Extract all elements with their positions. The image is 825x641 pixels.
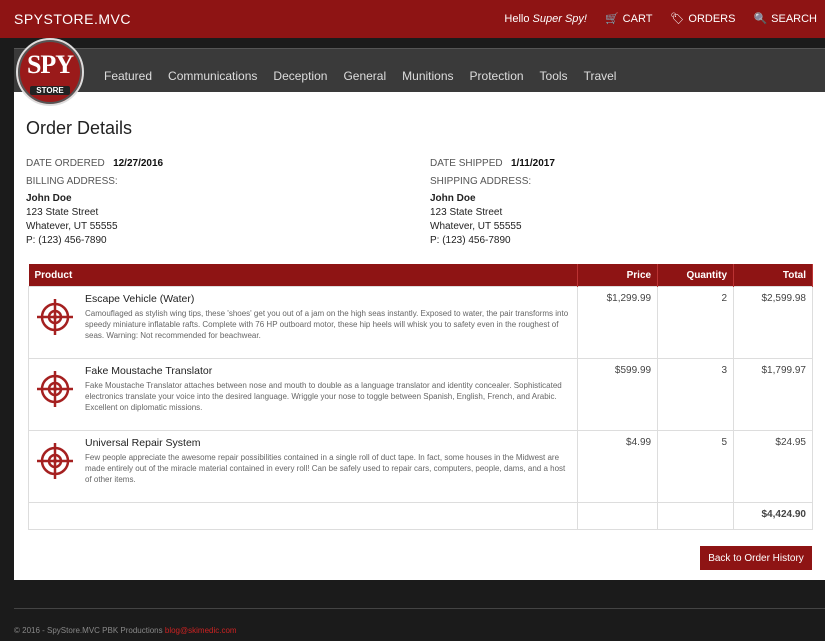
column-header-price: Price [577, 264, 659, 287]
footer: © 2016 - SpyStore.MVC PBK Productions bl… [14, 626, 237, 635]
shipping-address-label: SHIPPING ADDRESS: [430, 176, 532, 187]
product-description: Fake Moustache Translator attaches betwe… [85, 381, 562, 412]
billing-address: John Doe 123 State Street Whatever, UT 5… [26, 192, 118, 248]
table-row: Fake Moustache Translator Fake Moustache… [27, 358, 813, 431]
shipping-street: 123 State Street [430, 207, 503, 218]
quantity-cell: 5 [657, 430, 735, 503]
product-cell: Universal Repair System Few people appre… [27, 430, 579, 503]
date-shipped-label: DATE SHIPPED [430, 158, 503, 169]
shipping-phone: P: (123) 456-7890 [430, 235, 511, 246]
footer-blog-link[interactable]: blog@skimedic.com [165, 626, 237, 635]
target-icon[interactable] [35, 297, 75, 337]
price-cell: $1,299.99 [577, 286, 659, 359]
orders-link[interactable]: 🏷 ORDERS [670, 12, 736, 26]
shipping-address: John Doe 123 State Street Whatever, UT 5… [430, 192, 522, 248]
table-row: Universal Repair System Few people appre… [27, 430, 813, 503]
empty-cell [577, 502, 659, 530]
category-tools[interactable]: Tools [540, 69, 568, 83]
product-name[interactable]: Fake Moustache Translator [85, 365, 571, 377]
shipping-city: Whatever, UT 55555 [430, 221, 522, 232]
total-cell: $1,799.97 [733, 358, 813, 431]
category-general[interactable]: General [343, 69, 386, 83]
brand-name[interactable]: SPYSTORE.MVC [14, 11, 131, 27]
billing-phone: P: (123) 456-7890 [26, 235, 107, 246]
shipping-name: John Doe [430, 193, 476, 204]
billing-street: 123 State Street [26, 207, 99, 218]
product-cell: Escape Vehicle (Water) Camouflaged as st… [27, 286, 579, 359]
category-protection[interactable]: Protection [470, 69, 524, 83]
category-nav: Featured Communications Deception Genera… [14, 48, 825, 93]
top-right-links: Hello Super Spy! 🛒 CART 🏷 ORDERS 🔍 SEARC… [504, 12, 817, 26]
target-icon[interactable] [35, 369, 75, 409]
date-shipped-value: 1/11/2017 [510, 158, 555, 169]
greeting: Hello Super Spy! [504, 13, 587, 25]
price-cell: $4.99 [577, 430, 659, 503]
billing-name: John Doe [26, 193, 72, 204]
order-items-table: Product Price Quantity Total Escape Vehi… [27, 264, 813, 530]
total-cell: $24.95 [733, 430, 813, 503]
grand-total-row: $4,424.90 [27, 502, 813, 530]
search-label: SEARCH [771, 12, 817, 25]
table-header-row: Product Price Quantity Total [28, 264, 813, 287]
date-ordered: DATE ORDERED 12/27/2016 [26, 158, 163, 169]
category-travel[interactable]: Travel [584, 69, 617, 83]
page-title: Order Details [26, 118, 133, 138]
grand-total: $4,424.90 [733, 502, 813, 530]
category-featured[interactable]: Featured [104, 69, 152, 83]
main-content: Order Details DATE ORDERED 12/27/2016 BI… [14, 92, 825, 580]
spy-store-logo[interactable]: SPY STORE [16, 38, 84, 106]
cart-icon: 🛒 [604, 13, 619, 25]
target-icon[interactable] [35, 441, 75, 481]
footer-text: © 2016 - SpyStore.MVC PBK Productions [14, 626, 163, 635]
table-row: Escape Vehicle (Water) Camouflaged as st… [27, 286, 813, 359]
empty-cell [27, 502, 579, 530]
empty-cell [657, 502, 735, 530]
column-header-product: Product [28, 264, 579, 287]
product-name[interactable]: Escape Vehicle (Water) [85, 293, 571, 305]
product-cell: Fake Moustache Translator Fake Moustache… [27, 358, 579, 431]
column-header-quantity: Quantity [657, 264, 735, 287]
column-header-total: Total [733, 264, 813, 287]
category-communications[interactable]: Communications [168, 69, 257, 83]
search-icon: 🔍 [753, 13, 768, 25]
footer-divider [14, 608, 825, 609]
cart-link[interactable]: 🛒 CART [604, 12, 653, 26]
user-name: Super Spy! [532, 12, 587, 25]
category-munitions[interactable]: Munitions [402, 69, 453, 83]
tag-icon: 🏷 [670, 13, 685, 25]
date-ordered-value: 12/27/2016 [113, 158, 164, 169]
logo-text-spy: SPY [26, 50, 74, 79]
quantity-cell: 2 [657, 286, 735, 359]
category-deception[interactable]: Deception [273, 69, 327, 83]
logo-text-store: STORE [30, 86, 70, 95]
billing-address-label: BILLING ADDRESS: [26, 176, 118, 187]
product-description: Few people appreciate the awesome repair… [85, 453, 566, 484]
orders-label: ORDERS [688, 12, 736, 25]
cart-label: CART [622, 12, 653, 25]
category-list: Featured Communications Deception Genera… [104, 69, 616, 83]
date-shipped: DATE SHIPPED 1/11/2017 [430, 158, 555, 169]
search-link[interactable]: 🔍 SEARCH [753, 12, 817, 26]
product-description: Camouflaged as stylish wing tips, these … [85, 309, 569, 340]
back-to-order-history-button[interactable]: Back to Order History [700, 546, 812, 570]
billing-city: Whatever, UT 55555 [26, 221, 118, 232]
total-cell: $2,599.98 [733, 286, 813, 359]
top-bar: SPYSTORE.MVC Hello Super Spy! 🛒 CART 🏷 O… [0, 0, 825, 38]
quantity-cell: 3 [657, 358, 735, 431]
greeting-prefix: Hello [504, 12, 530, 25]
product-name[interactable]: Universal Repair System [85, 437, 571, 449]
date-ordered-label: DATE ORDERED [26, 158, 105, 169]
price-cell: $599.99 [577, 358, 659, 431]
